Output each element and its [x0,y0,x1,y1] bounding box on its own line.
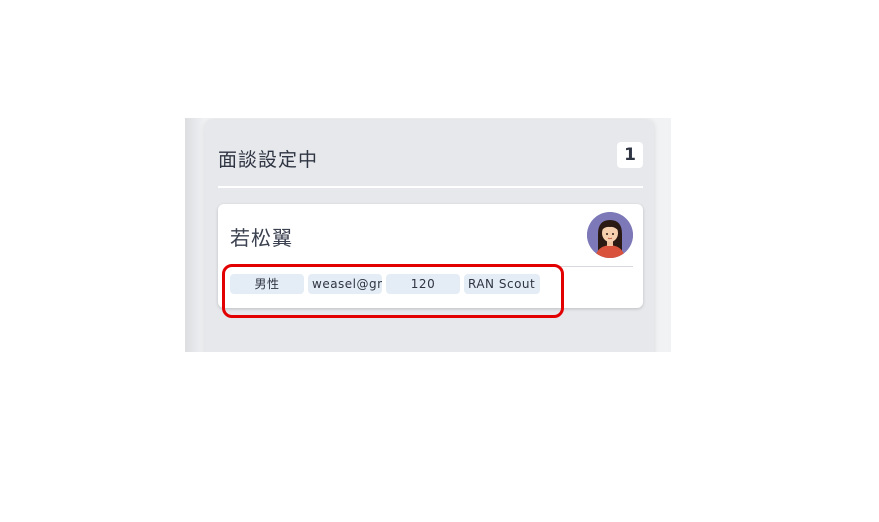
number-tag: 120 [386,274,460,294]
woman-avatar-icon [587,212,633,258]
candidate-name: 若松翼 [230,226,293,250]
column-count-badge: 1 [617,142,643,168]
candidate-tag-list: 男性weasel@gmail.com120RAN Scout [230,274,546,294]
kanban-column-interview-setting: 面談設定中 1 若松翼 男性 weasel@g 120 RAN Scout [205,120,654,352]
email-tag: weasel@gmail.com [308,274,382,294]
column-divider [218,186,643,188]
kanban-board-area: 面談設定中 1 若松翼 男性 weasel@g 120 RAN Scout [185,118,671,352]
avatar-illustration [587,212,633,258]
board-edge-shadow [185,118,205,352]
gender-tag: 男性 [230,274,304,294]
column-title: 面談設定中 [218,149,319,171]
column-header: 面談設定中 1 [218,142,643,171]
candidate-card[interactable]: 若松翼 男性 weasel@g 120 RAN Scout [218,204,643,308]
card-divider [230,266,633,267]
source-tag: RAN Scout [464,274,540,294]
